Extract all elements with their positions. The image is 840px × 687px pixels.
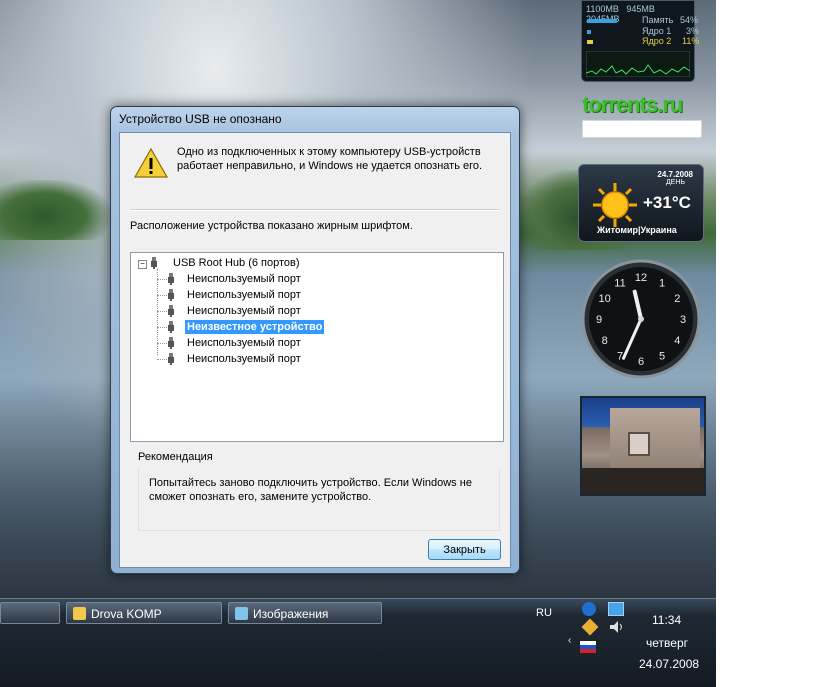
weather-temp: +31°C <box>643 193 691 212</box>
tree-port-label: Неиспользуемый порт <box>187 337 301 349</box>
clock-numeral: 9 <box>596 314 602 326</box>
slideshow-photo-ground <box>582 468 704 494</box>
close-button[interactable]: Закрыть <box>428 539 501 560</box>
device-tree[interactable]: − USB Root Hub (6 портов) Неиспользуемый… <box>130 252 504 442</box>
speaker-icon[interactable] <box>610 621 624 636</box>
clock-numeral: 10 <box>599 293 611 305</box>
core2-label: Ядро 2 <box>642 36 672 46</box>
network-tray-icon[interactable] <box>608 602 624 616</box>
folder-icon <box>73 607 86 620</box>
memory-bar <box>587 19 617 23</box>
dialog-title: Устройство USB не опознано <box>119 112 282 126</box>
slideshow-gadget[interactable] <box>580 396 706 496</box>
mem-value-1: 1100MB <box>586 4 619 14</box>
clock-numeral: 7 <box>617 350 623 362</box>
torrents-logo: torrents.ru <box>582 92 683 117</box>
taskbar-button-label: Drova KOMP <box>91 607 162 621</box>
separator <box>130 209 500 211</box>
warning-icon <box>134 147 168 178</box>
tree-port-label: Неиспользуемый порт <box>187 273 301 285</box>
usb-port-icon <box>168 337 174 349</box>
recommendation-text: Попытайтесь заново подключить устройство… <box>149 477 472 503</box>
core1-label: Ядро 1 <box>642 26 672 36</box>
clock-numeral: 4 <box>674 335 680 347</box>
recommendation-title: Рекомендация <box>138 451 213 463</box>
pen-tray-icon[interactable] <box>581 618 599 636</box>
clock-numeral: 2 <box>674 293 680 305</box>
torrents-search-input[interactable] <box>582 120 702 138</box>
tree-root-label: USB Root Hub (6 портов) <box>173 257 300 269</box>
memory-label: Память <box>642 15 674 25</box>
tree-port-label: Неиспользуемый порт <box>187 289 301 301</box>
recommendation-box: Попытайтесь заново подключить устройство… <box>138 468 500 531</box>
tree-port-label: Неиспользуемый порт <box>187 305 301 317</box>
location-label: Расположение устройства показано жирным … <box>130 220 413 232</box>
clock-numeral: 11 <box>614 278 625 290</box>
clock-numeral: 1 <box>659 278 665 290</box>
show-hidden-icons-chevron-icon[interactable]: ‹ <box>568 635 571 646</box>
slideshow-photo-window <box>628 432 650 456</box>
tree-port-label-selected: Неизвестное устройство <box>185 320 325 334</box>
collapse-toggle[interactable]: − <box>138 260 147 269</box>
weather-gadget[interactable]: 24.7.2008 ДЕНЬ +31°C Житомир|Украина <box>578 164 704 242</box>
clock-numeral: 12 <box>635 272 647 284</box>
usb-device-icon <box>168 321 174 333</box>
language-indicator[interactable]: RU <box>536 607 552 619</box>
usb-hub-icon <box>151 257 157 269</box>
taskbar-button-drova-komp[interactable]: Drova KOMP <box>66 602 222 624</box>
memory-pct: 54% <box>680 15 699 25</box>
core2-bar <box>587 40 593 44</box>
clock-numeral: 3 <box>680 314 686 326</box>
torrents-gadget[interactable]: torrents.ru <box>582 92 702 138</box>
clock-date[interactable]: 24.07.2008 <box>639 657 699 671</box>
sidebar-gadgets: 1100MB 945MB 2045MB Память 54% Ядро 1 3%… <box>576 0 716 598</box>
cpu-graph <box>586 51 690 77</box>
clock-numeral: 8 <box>602 335 608 347</box>
dialog-body: Одно из подключенных к этому компьютеру … <box>119 132 511 568</box>
usb-port-icon <box>168 353 174 365</box>
cpu-meter-gadget[interactable]: 1100MB 945MB 2045MB Память 54% Ядро 1 3%… <box>581 0 699 82</box>
mem-value-2: 945MB <box>626 4 655 14</box>
image-folder-icon <box>235 607 248 620</box>
clock-numeral: 5 <box>659 350 665 362</box>
usb-port-icon <box>168 289 174 301</box>
recommendation-group: Рекомендация Попытайтесь заново подключи… <box>130 449 504 539</box>
clock-gadget[interactable]: 1234567891011 12 <box>580 258 702 380</box>
taskbar-button-label: Изображения <box>253 607 329 621</box>
taskbar-button-stub[interactable] <box>0 602 60 624</box>
tree-port-label: Неиспользуемый порт <box>187 353 301 365</box>
weather-date: 24.7.2008 <box>657 170 693 179</box>
usb-port-icon <box>168 273 174 285</box>
usb-not-recognized-dialog: Устройство USB не опознано Одно из подкл… <box>110 106 520 574</box>
clock-weekday[interactable]: четверг <box>646 636 688 650</box>
wallpaper-trees-left <box>0 180 110 240</box>
weather-day: ДЕНЬ <box>665 179 685 186</box>
core1-pct: 3% <box>686 26 700 36</box>
clock-numeral: 6 <box>638 356 644 368</box>
snowflake-tray-icon[interactable] <box>582 602 596 616</box>
clock-time[interactable]: 11:34 <box>652 613 681 627</box>
weather-city: Житомир|Украина <box>597 225 677 235</box>
sun-icon <box>593 183 637 227</box>
desktop: 1100MB 945MB 2045MB Память 54% Ядро 1 3%… <box>0 0 716 687</box>
russian-flag-icon[interactable] <box>580 641 596 653</box>
core2-pct: 11% <box>682 36 700 46</box>
core1-bar <box>587 30 591 34</box>
dialog-message: Одно из подключенных к этому компьютеру … <box>177 146 483 172</box>
taskbar: Drova KOMP Изображения RU ‹ 11:34 четвер… <box>0 598 716 687</box>
taskbar-button-images[interactable]: Изображения <box>228 602 382 624</box>
usb-port-icon <box>168 305 174 317</box>
